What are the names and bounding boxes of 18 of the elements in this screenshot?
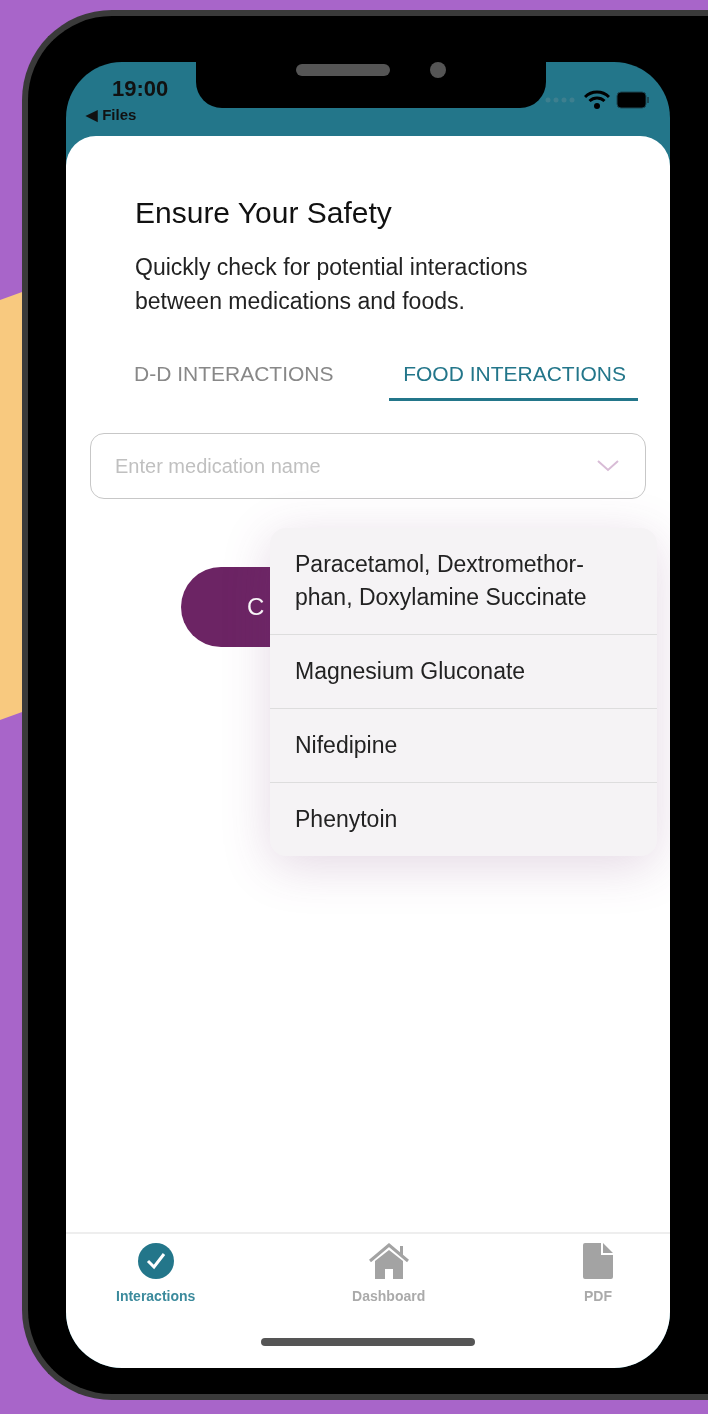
tab[interactable]: FOOD INTERACTIONS: [389, 356, 638, 401]
dropdown-option[interactable]: Phenytoin: [270, 782, 657, 856]
document-icon: [582, 1242, 614, 1280]
screen-title: Ensure Your Safety: [135, 196, 393, 230]
battery-icon: [616, 91, 650, 109]
medication-search-field[interactable]: Enter medication name: [90, 433, 646, 499]
dropdown-option[interactable]: Nifedipine: [270, 708, 657, 782]
dropdown-option[interactable]: Magnesium Gluconate: [270, 634, 657, 708]
screen-subtitle: Quickly check for potential interactions between medications and foods.: [135, 253, 529, 316]
check-circle-icon: [136, 1242, 175, 1280]
home-icon: [366, 1242, 411, 1280]
back-link[interactable]: ◀ Files: [86, 106, 169, 124]
status-time: 19:00: [112, 76, 169, 102]
nav-item[interactable]: Interactions: [116, 1242, 196, 1338]
dropdown-option[interactable]: Paracetamol, Dextromethor-phan, Doxylamine Succinate: [270, 528, 657, 634]
chevron-down-icon: [596, 459, 620, 473]
wifi-icon: [584, 90, 610, 110]
tab[interactable]: D-D INTERACTIONS: [122, 356, 346, 401]
